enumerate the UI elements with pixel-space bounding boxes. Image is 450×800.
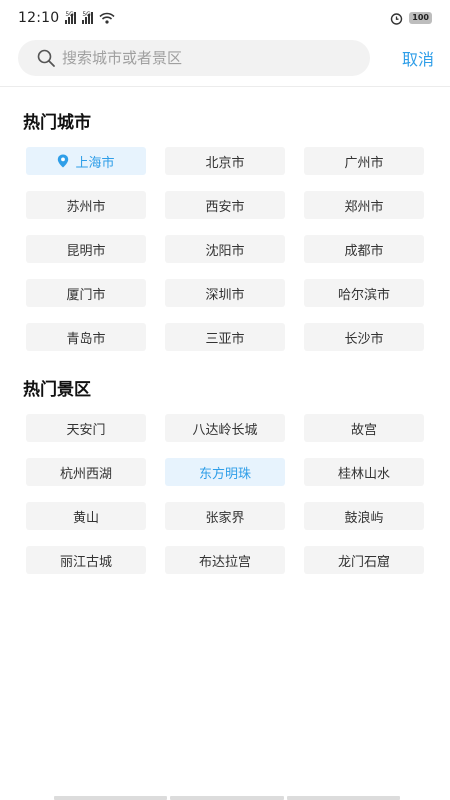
cell-signal-icon: 5G	[65, 11, 77, 24]
city-label: 北京市	[205, 155, 245, 171]
city-label: 深圳市	[205, 287, 245, 303]
wifi-icon	[99, 12, 115, 24]
hot-scenic-title: 热门景区	[23, 380, 91, 400]
city-chip[interactable]: 深圳市	[165, 279, 285, 307]
city-chip[interactable]: 成都市	[304, 235, 424, 263]
city-chip[interactable]: 三亚市	[165, 323, 285, 351]
city-chip[interactable]: 广州市	[304, 147, 424, 175]
city-label: 广州市	[344, 155, 384, 171]
city-label: 沈阳市	[205, 243, 245, 259]
cancel-button[interactable]: 取消	[402, 46, 434, 70]
scenic-chip[interactable]: 丽江古城	[26, 546, 146, 574]
status-bar: 12:10 5G 5G 100	[0, 0, 450, 36]
scenic-label: 丽江古城	[59, 554, 112, 570]
scenic-label: 张家界	[205, 510, 245, 526]
city-label: 厦门市	[66, 287, 106, 303]
battery-indicator: 100	[409, 12, 432, 24]
search-input[interactable]	[62, 49, 352, 67]
city-label: 长沙市	[344, 331, 384, 347]
city-chip[interactable]: 沈阳市	[165, 235, 285, 263]
status-left: 12:10 5G 5G	[18, 10, 115, 26]
scenic-label: 布达拉宫	[198, 554, 251, 570]
scenic-chip[interactable]: 天安门	[26, 414, 146, 442]
location-pin-icon	[58, 154, 69, 168]
scenic-chip[interactable]: 东方明珠	[165, 458, 285, 486]
scenic-label: 鼓浪屿	[344, 510, 384, 526]
city-chip[interactable]: 上海市	[26, 147, 146, 175]
city-label: 三亚市	[205, 331, 245, 347]
scenic-label: 东方明珠	[198, 466, 251, 482]
scenic-chip[interactable]: 八达岭长城	[165, 414, 285, 442]
hot-cities-title: 热门城市	[23, 113, 91, 133]
search-row: 取消	[18, 40, 434, 76]
city-label: 成都市	[344, 243, 384, 259]
scenic-label: 故宫	[350, 422, 377, 438]
scenic-label: 黄山	[72, 510, 99, 526]
city-chip[interactable]: 昆明市	[26, 235, 146, 263]
city-chip[interactable]: 长沙市	[304, 323, 424, 351]
scenic-chip[interactable]: 故宫	[304, 414, 424, 442]
scenic-chip[interactable]: 杭州西湖	[26, 458, 146, 486]
hot-cities-grid: 上海市 北京市 广州市苏州市 西安市 郑州市昆明市 沈阳市 成都市厦门市 深圳市 哈尔滨市青岛市…	[26, 147, 424, 351]
scenic-chip[interactable]: 布达拉宫	[165, 546, 285, 574]
scenic-label: 天安门	[66, 422, 106, 438]
city-label: 上海市	[75, 155, 115, 171]
scenic-label: 龙门石窟	[337, 554, 390, 570]
hot-scenic-grid: 天安门 八达岭长城 故宫杭州西湖 东方明珠 桂林山水黄山 张家界 鼓浪屿丽江古城 布达拉宫 龙门…	[26, 414, 424, 574]
city-chip[interactable]: 西安市	[165, 191, 285, 219]
bottom-indicator	[54, 796, 400, 800]
signal-type-label-2: 5G	[82, 11, 91, 18]
scenic-chip[interactable]: 鼓浪屿	[304, 502, 424, 530]
scenic-chip[interactable]: 张家界	[165, 502, 285, 530]
search-box[interactable]	[18, 40, 370, 76]
city-chip[interactable]: 北京市	[165, 147, 285, 175]
alarm-icon	[391, 12, 403, 25]
search-icon	[37, 49, 55, 67]
scenic-label: 桂林山水	[337, 466, 390, 482]
city-label: 郑州市	[344, 199, 384, 215]
city-label: 西安市	[205, 199, 245, 215]
city-label: 哈尔滨市	[337, 287, 390, 303]
city-chip[interactable]: 苏州市	[26, 191, 146, 219]
city-chip[interactable]: 青岛市	[26, 323, 146, 351]
city-chip[interactable]: 哈尔滨市	[304, 279, 424, 307]
scenic-chip[interactable]: 桂林山水	[304, 458, 424, 486]
scenic-chip[interactable]: 黄山	[26, 502, 146, 530]
divider	[0, 86, 450, 87]
signal-type-label: 5G	[65, 11, 74, 18]
city-chip[interactable]: 厦门市	[26, 279, 146, 307]
city-label: 青岛市	[66, 331, 106, 347]
city-label: 苏州市	[66, 199, 106, 215]
status-right: 100	[390, 12, 432, 25]
scenic-label: 八达岭长城	[192, 422, 258, 438]
city-label: 昆明市	[66, 243, 106, 259]
status-time: 12:10	[18, 10, 60, 26]
scenic-label: 杭州西湖	[59, 466, 112, 482]
city-chip[interactable]: 郑州市	[304, 191, 424, 219]
scenic-chip[interactable]: 龙门石窟	[304, 546, 424, 574]
cell-signal-icon-2: 5G	[82, 11, 94, 24]
